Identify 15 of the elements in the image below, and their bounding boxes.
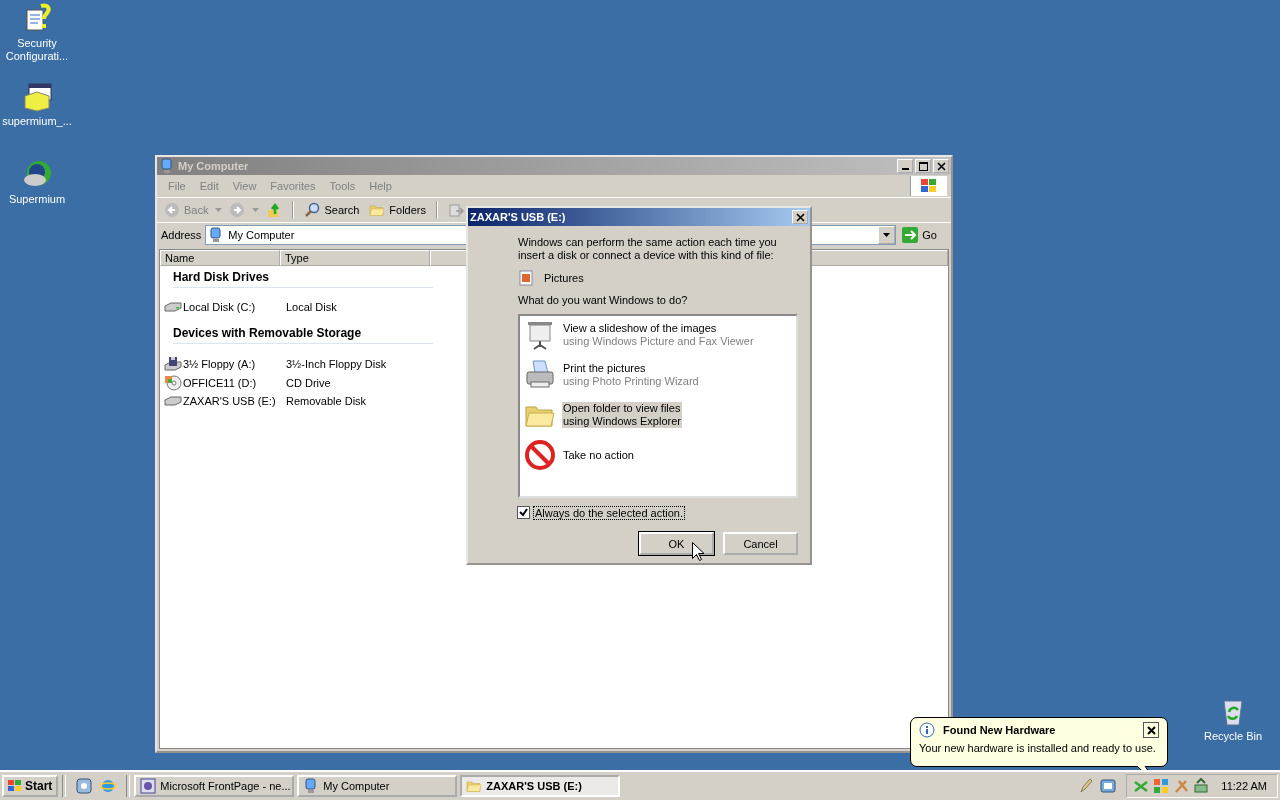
- clock: 11:22 AM: [1221, 780, 1267, 792]
- drive-type: 3½-Inch Floppy Disk: [286, 358, 387, 370]
- content-type-label: Pictures: [544, 272, 584, 284]
- drive-type: Local Disk: [286, 301, 337, 313]
- drive-type: CD Drive: [286, 377, 331, 389]
- dialog-title: ZAXAR'S USB (E:): [470, 211, 567, 223]
- intro-text: Windows can perform the same action each time you insert a disk or connect a device with this kind of file:: [518, 236, 778, 262]
- window-title: My Computer: [178, 160, 250, 172]
- group-heading: Hard Disk Drives: [173, 270, 433, 288]
- question-text: What do you want Windows to do?: [518, 294, 689, 306]
- group-heading: Devices with Removable Storage: [173, 326, 433, 344]
- address-label: Address: [161, 229, 202, 241]
- notification-text: Your new hardware is installed and ready to use.: [919, 742, 1157, 754]
- drive-type: Removable Disk: [286, 395, 367, 407]
- notification-title: Found New Hardware: [943, 724, 1057, 736]
